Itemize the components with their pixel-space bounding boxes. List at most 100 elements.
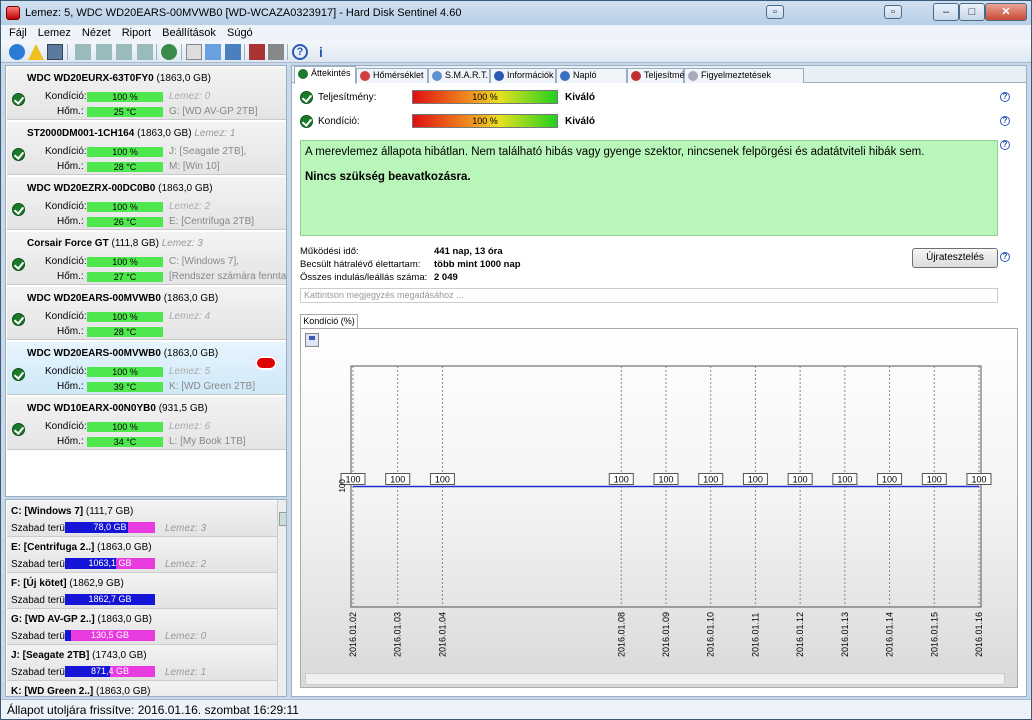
condition-label: Kondíció: <box>45 256 87 267</box>
disk-index: Lemez: 3 <box>165 523 207 534</box>
disk-item[interactable]: WDC WD20EARS-00MVWB0 (1863,0 GB) Kondíci… <box>7 287 286 340</box>
drive-letters: [Rendszer számára fenntartot <box>169 271 287 282</box>
volume-name: K: [WD Green 2..] (1863,0 GB) <box>11 686 151 697</box>
condition-label: Kondíció: <box>318 116 360 127</box>
close-button[interactable]: ✕ <box>985 3 1027 21</box>
chart-scrollbar[interactable] <box>305 673 1005 685</box>
help-window-button[interactable]: ▫ <box>884 5 902 19</box>
disk-item[interactable]: WDC WD20EARS-00MVWB0 (1863,0 GB) Kondíci… <box>7 342 286 395</box>
volume-item[interactable]: E: [Centrifuga 2..] (1863,0 GB) Szabad t… <box>7 537 277 573</box>
volume-item[interactable]: G: [WD AV-GP 2..] (1863,0 GB) Szabad ter… <box>7 609 277 645</box>
condition-bar: 100 % <box>87 312 163 322</box>
disk-item[interactable]: Corsair Force GT (111,8 GB) Lemez: 3 Kon… <box>7 232 287 285</box>
condition-bar: 100 % <box>87 257 163 267</box>
menu-view[interactable]: Nézet <box>82 27 111 39</box>
menu-file[interactable]: Fájl <box>9 27 27 39</box>
note-field[interactable]: Kattintson megjegyzés megadásához ... <box>300 288 998 303</box>
temp-label: Hőm.: <box>57 271 84 282</box>
tab-condition-chart[interactable]: Kondíció (%) <box>300 314 358 329</box>
volume-scrollbar[interactable] <box>277 500 286 696</box>
x-tick-label: 2016.01.16 <box>974 612 984 657</box>
x-tick-label: 2016.01.09 <box>661 612 671 657</box>
volume-name: E: [Centrifuga 2..] (1863,0 GB) <box>11 542 152 553</box>
condition-label: Kondíció: <box>45 421 87 432</box>
tab-information[interactable]: Információk <box>490 68 556 83</box>
data-label: 100 <box>435 475 450 485</box>
performance-bar: 100 % <box>412 90 558 104</box>
drive-letters: G: [WD AV-GP 2TB] <box>169 106 258 117</box>
help-icon[interactable]: ? <box>1000 116 1010 126</box>
tool-icon[interactable] <box>75 44 91 60</box>
warning-icon[interactable] <box>28 44 44 60</box>
disk-index: Lemez: 2 <box>169 201 211 212</box>
temperature-bar: 26 °C <box>87 217 163 227</box>
help-icon[interactable]: ? <box>1000 252 1010 262</box>
x-tick-label: 2016.01.03 <box>393 612 403 657</box>
tab-icon <box>298 69 308 79</box>
report-icon[interactable] <box>47 44 63 60</box>
disk-item[interactable]: WDC WD20EZRX-00DC0B0 (1863,0 GB) Kondíci… <box>7 177 286 230</box>
tool-icon[interactable] <box>96 44 112 60</box>
backup-icon[interactable] <box>205 44 221 60</box>
disk-item[interactable]: ST2000DM001-1CH164 (1863,0 GB) Lemez: 1 … <box>7 122 286 175</box>
x-tick-label: 2016.01.08 <box>616 612 626 657</box>
temp-label: Hőm.: <box>57 216 84 227</box>
starts-label: Összes indulás/leállás száma: <box>300 272 428 283</box>
condition-bar: 100 % <box>412 114 558 128</box>
retest-button[interactable]: Újratesztelés <box>912 248 998 268</box>
help-icon[interactable]: ? <box>1000 140 1010 150</box>
menu-disk[interactable]: Lemez <box>38 27 71 39</box>
tab-alerts[interactable]: Figyelmeztetések <box>684 68 804 83</box>
y-tick-label: 100 <box>338 479 347 493</box>
volume-item[interactable]: F: [Új kötet] (1862,9 GB) Szabad terület… <box>7 573 277 609</box>
chart-svg: 2016.01.02 2016.01.03 2016.01.04 2016.01.08… <box>338 365 992 657</box>
disk-item[interactable]: WDC WD10EARX-00N0YB0 (931,5 GB) Kondíció… <box>7 397 286 450</box>
performance-rating: Kiváló <box>565 92 596 103</box>
condition-bar: 100 % <box>87 202 163 212</box>
minimize-button[interactable]: – <box>933 3 959 21</box>
disk-index: Lemez: 5 <box>169 366 211 377</box>
condition-label: Kondíció: <box>45 201 87 212</box>
tool-icon[interactable] <box>137 44 153 60</box>
data-label: 100 <box>882 475 897 485</box>
drive-letters: J: [Seagate 2TB], <box>169 146 247 157</box>
volume-item[interactable]: C: [Windows 7] (111,7 GB) Szabad terület… <box>7 501 277 537</box>
chart-icon[interactable] <box>249 44 265 60</box>
temperature-bar: 34 °C <box>87 437 163 447</box>
tab-temperature[interactable]: Hőmérséklet <box>356 68 428 83</box>
help-icon[interactable]: ? <box>292 44 308 60</box>
refresh-icon[interactable] <box>9 44 25 60</box>
volume-item[interactable]: K: [WD Green 2..] (1863,0 GB) Szabad ter… <box>7 681 277 697</box>
volume-list: C: [Windows 7] (111,7 GB) Szabad terület… <box>5 499 287 697</box>
tray-icon[interactable]: ▫ <box>766 5 784 19</box>
tab-log[interactable]: Napló <box>556 68 627 83</box>
volume-name: F: [Új kötet] (1862,9 GB) <box>11 578 124 589</box>
tab-performance[interactable]: Teljesítmény <box>627 68 694 83</box>
x-tick-label: 2016.01.15 <box>929 612 939 657</box>
info-icon[interactable]: i <box>313 44 329 60</box>
x-tick-label: 2016.01.11 <box>750 613 760 657</box>
menu-help[interactable]: Súgó <box>227 27 253 39</box>
tab-smart[interactable]: S.M.A.R.T. <box>428 68 490 83</box>
document-icon[interactable] <box>186 44 202 60</box>
status-ok-icon <box>12 93 25 106</box>
tab-overview[interactable]: Áttekintés <box>294 66 356 84</box>
settings-icon[interactable] <box>268 44 284 60</box>
globe-icon[interactable] <box>161 44 177 60</box>
tool-icon[interactable] <box>116 44 132 60</box>
drive-letters: L: [My Book 1TB] <box>169 436 246 447</box>
x-tick-label: 2016.01.14 <box>885 612 895 657</box>
help-icon[interactable]: ? <box>1000 92 1010 102</box>
app-icon <box>6 6 20 20</box>
sync-icon[interactable] <box>225 44 241 60</box>
menu-report[interactable]: Riport <box>122 27 151 39</box>
menu-settings[interactable]: Beállítások <box>162 27 216 39</box>
app-window: Lemez: 5, WDC WD20EARS-00MVWB0 [WD-WCAZA… <box>0 0 1032 720</box>
disk-index: Lemez: 4 <box>169 311 211 322</box>
disk-item[interactable]: WDC WD20EURX-63T0FY0 (1863,0 GB) Kondíci… <box>7 67 286 120</box>
temperature-bar: 39 °C <box>87 382 163 392</box>
maximize-button[interactable]: □ <box>959 3 985 21</box>
free-space-bar: 130,5 GB <box>65 630 155 641</box>
volume-item[interactable]: J: [Seagate 2TB] (1743,0 GB) Szabad terü… <box>7 645 277 681</box>
disk-index: Lemez: 1 <box>165 667 207 678</box>
